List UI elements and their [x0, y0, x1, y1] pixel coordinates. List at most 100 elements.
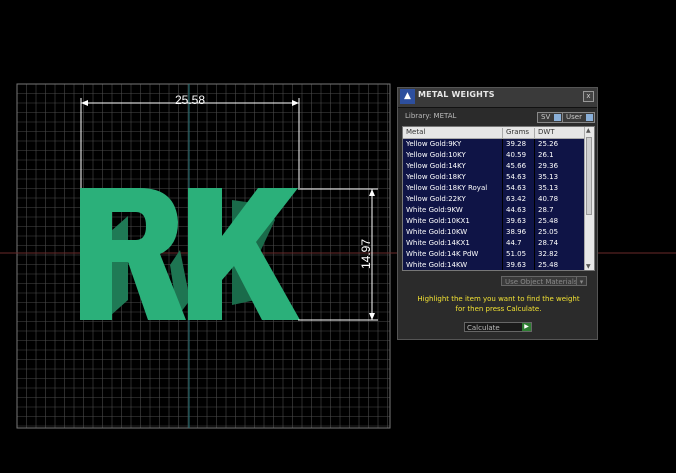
- width-dimension: 25.58: [80, 93, 300, 188]
- dwt-value: 29.36: [538, 162, 559, 170]
- metal-name: Yellow Gold:14KY: [406, 162, 466, 170]
- calculate-label: Calculate: [467, 324, 500, 332]
- column-divider: [502, 194, 503, 205]
- grams-value: 44.63: [506, 206, 527, 214]
- calculate-button[interactable]: Calculate ▶: [464, 322, 532, 332]
- list-item[interactable]: White Gold:14KW 39.63 25.48: [403, 260, 586, 270]
- grams-value: 54.63: [506, 184, 527, 192]
- column-divider: [534, 194, 535, 205]
- column-divider: [534, 172, 535, 183]
- list-item[interactable]: Yellow Gold:18KY Royal 54.63 35.13: [403, 183, 586, 194]
- dwt-value: 40.78: [538, 195, 559, 203]
- grams-value: 63.42: [506, 195, 527, 203]
- column-header-metal[interactable]: Metal: [406, 128, 425, 136]
- column-divider: [502, 150, 503, 161]
- grams-value: 51.05: [506, 250, 527, 258]
- scroll-up-icon[interactable]: ▲: [586, 127, 591, 134]
- height-dimension: 14.97: [298, 188, 378, 321]
- chevron-down-icon: ▾: [576, 277, 586, 286]
- column-divider: [534, 216, 535, 227]
- panel-title: METAL WEIGHTS: [418, 90, 495, 99]
- grams-value: 45.66: [506, 162, 527, 170]
- grams-value: 38.96: [506, 228, 527, 236]
- metal-name: White Gold:10KW: [406, 228, 468, 236]
- metal-name: White Gold:14KX1: [406, 239, 470, 247]
- close-button[interactable]: x: [583, 91, 594, 102]
- list-item[interactable]: White Gold:10KW 38.96 25.05: [403, 227, 586, 238]
- list-item[interactable]: Yellow Gold:14KY 45.66 29.36: [403, 161, 586, 172]
- column-divider: [502, 216, 503, 227]
- metal-name: White Gold:14KW: [406, 261, 468, 269]
- grams-value: 39.28: [506, 140, 527, 148]
- list-item[interactable]: Yellow Gold:22KY 63.42 40.78: [403, 194, 586, 205]
- grams-value: 44.7: [506, 239, 522, 247]
- column-divider: [502, 227, 503, 238]
- column-divider: [534, 238, 535, 249]
- dwt-value: 25.26: [538, 140, 559, 148]
- grams-value: 39.63: [506, 217, 527, 225]
- dwt-value: 35.13: [538, 173, 559, 181]
- grams-value: 54.63: [506, 173, 527, 181]
- dwt-value: 35.13: [538, 184, 559, 192]
- dwt-value: 25.05: [538, 228, 559, 236]
- metal-name: White Gold:9KW: [406, 206, 463, 214]
- list-item[interactable]: White Gold:9KW 44.63 28.7: [403, 205, 586, 216]
- metal-name: White Gold:14K PdW: [406, 250, 479, 258]
- column-divider: [534, 139, 535, 150]
- help-text-line: for then press Calculate.: [455, 305, 542, 313]
- list-scrollbar[interactable]: ▲ ▼: [584, 127, 594, 270]
- list-item[interactable]: Yellow Gold:18KY 54.63 35.13: [403, 172, 586, 183]
- column-divider: [502, 161, 503, 172]
- use-object-materials-label: Use Object Materials: [505, 278, 578, 286]
- column-divider: [534, 150, 535, 161]
- scrollbar-thumb[interactable]: [586, 137, 592, 215]
- metal-name: Yellow Gold:10KY: [406, 151, 466, 159]
- letter-r: [80, 188, 186, 320]
- metal-name: Yellow Gold:18KY: [406, 173, 466, 181]
- metal-weights-panel: ▲ METAL WEIGHTS x Library: METAL SV User…: [397, 87, 598, 340]
- user-indicator-icon: [585, 114, 593, 121]
- sv-indicator-icon: [554, 114, 562, 121]
- grams-value: 40.59: [506, 151, 527, 159]
- scroll-down-icon[interactable]: ▼: [586, 263, 591, 270]
- column-divider: [534, 205, 535, 216]
- grams-value: 39.63: [506, 261, 527, 269]
- column-divider: [534, 128, 535, 139]
- model-side-face: [110, 216, 128, 316]
- metal-name: White Gold:10KX1: [406, 217, 470, 225]
- column-header-dwt[interactable]: DWT: [538, 128, 555, 136]
- rk-model[interactable]: [80, 188, 300, 320]
- column-divider: [502, 260, 503, 270]
- user-toggle[interactable]: User: [562, 112, 595, 123]
- list-item[interactable]: White Gold:14KX1 44.7 28.74: [403, 238, 586, 249]
- list-item[interactable]: Yellow Gold:10KY 40.59 26.1: [403, 150, 586, 161]
- user-toggle-label: User: [566, 113, 582, 121]
- use-object-materials-dropdown[interactable]: Use Object Materials ▾: [501, 276, 587, 286]
- metal-name: Yellow Gold:9KY: [406, 140, 462, 148]
- app-logo-icon: ▲: [400, 89, 415, 104]
- panel-titlebar[interactable]: ▲ METAL WEIGHTS x: [398, 88, 597, 108]
- sv-toggle-label: SV: [541, 113, 551, 121]
- list-header: Metal Grams DWT: [403, 127, 586, 139]
- column-divider: [534, 227, 535, 238]
- column-divider: [502, 139, 503, 150]
- list-item[interactable]: White Gold:14K PdW 51.05 32.82: [403, 249, 586, 260]
- height-dimension-label: 14.97: [359, 239, 373, 269]
- column-divider: [534, 260, 535, 270]
- column-divider: [502, 205, 503, 216]
- dwt-value: 32.82: [538, 250, 559, 258]
- dwt-value: 26.1: [538, 151, 554, 159]
- column-divider: [502, 172, 503, 183]
- column-divider: [502, 128, 503, 139]
- column-divider: [534, 161, 535, 172]
- column-header-grams[interactable]: Grams: [506, 128, 529, 136]
- sv-toggle[interactable]: SV: [537, 112, 564, 123]
- library-label: Library: METAL: [405, 112, 457, 120]
- help-text-line: Highlight the item you want to find the …: [417, 295, 580, 303]
- dwt-value: 28.74: [538, 239, 559, 247]
- metal-name: Yellow Gold:22KY: [406, 195, 466, 203]
- list-item[interactable]: Yellow Gold:9KY 39.28 25.26: [403, 139, 586, 150]
- column-divider: [534, 183, 535, 194]
- metal-list[interactable]: Metal Grams DWT Yellow Gold:9KY 39.28 25.2…: [402, 126, 595, 271]
- list-item[interactable]: White Gold:10KX1 39.63 25.48: [403, 216, 586, 227]
